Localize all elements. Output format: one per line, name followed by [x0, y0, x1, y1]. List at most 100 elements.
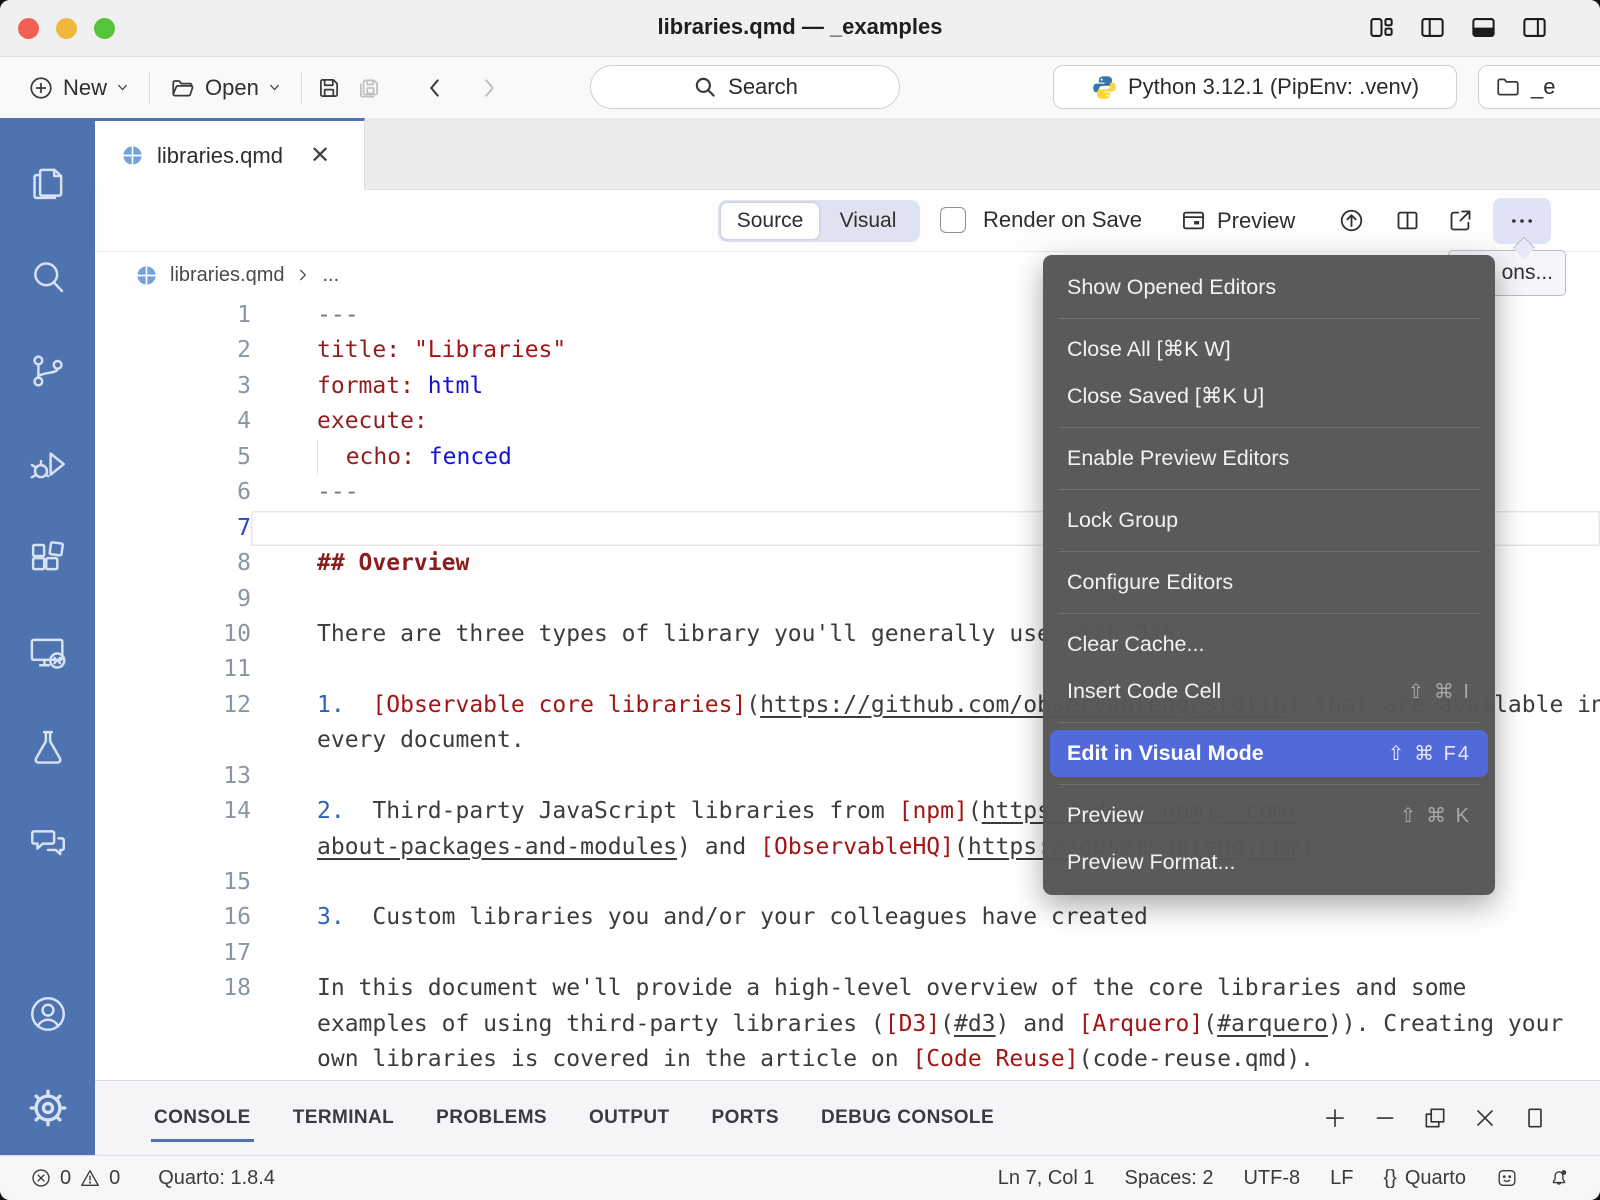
menu-divider	[1058, 551, 1480, 552]
indentation-status[interactable]: Spaces: 2	[1125, 1167, 1214, 1190]
split-editor-icon	[1394, 207, 1421, 234]
toggle-panel-icon[interactable]	[1470, 14, 1497, 41]
tab-libraries-qmd[interactable]: libraries.qmd ✕	[95, 118, 365, 190]
close-tab-icon[interactable]: ✕	[310, 141, 330, 170]
navigate-forward-button[interactable]	[476, 75, 502, 101]
menu-item[interactable]: Close Saved [⌘K U]	[1043, 373, 1495, 420]
toggle-secondary-sidebar-icon[interactable]	[1521, 14, 1548, 41]
menu-item[interactable]: Preview ⇧ ⌘ K	[1043, 792, 1495, 839]
testing-icon[interactable]	[0, 700, 95, 794]
render-on-save-label: Render on Save	[983, 207, 1142, 233]
menu-item[interactable]: Preview Format...	[1043, 839, 1495, 886]
notifications-bell-icon[interactable]	[1548, 1167, 1570, 1189]
plus-circle-icon	[28, 75, 54, 101]
toggle-primary-sidebar-icon[interactable]	[1419, 14, 1446, 41]
caret-down-icon	[116, 81, 129, 94]
render-icon	[1338, 207, 1365, 234]
minimize-panel-button[interactable]	[1372, 1105, 1398, 1131]
menu-divider	[1058, 613, 1480, 614]
visual-mode-button[interactable]: Visual	[819, 203, 917, 239]
close-panel-button[interactable]	[1472, 1105, 1498, 1131]
code-content: examples of using third-party libraries …	[251, 1007, 1600, 1042]
run-debug-icon[interactable]	[0, 418, 95, 512]
problems-status[interactable]: 0 0	[30, 1167, 120, 1190]
open-external-icon	[1447, 207, 1474, 234]
menu-item[interactable]: Clear Cache...	[1043, 621, 1495, 668]
menu-item[interactable]: Lock Group	[1043, 497, 1495, 544]
panel-tab-output[interactable]: OUTPUT	[568, 1081, 691, 1155]
folder-icon	[1495, 74, 1521, 100]
cursor-position-status[interactable]: Ln 7, Col 1	[998, 1167, 1095, 1190]
search-icon[interactable]	[0, 230, 95, 324]
maximize-panel-button[interactable]	[1422, 1105, 1448, 1131]
panel-layout-button[interactable]	[1522, 1105, 1548, 1131]
source-visual-toggle: Source Visual	[718, 200, 920, 242]
source-mode-button[interactable]: Source	[721, 203, 819, 239]
status-bar: 0 0 Quarto: 1.8.4 Ln 7, Col 1 Spaces: 2 …	[0, 1155, 1600, 1200]
menu-item[interactable]: Show Opened Editors	[1043, 264, 1495, 311]
breadcrumb-more: ...	[322, 264, 339, 287]
search-label: Search	[728, 74, 798, 100]
encoding-status[interactable]: UTF-8	[1243, 1167, 1300, 1190]
menu-item-label: Preview	[1067, 803, 1143, 828]
activity-bar	[0, 118, 95, 1155]
panel-tab-terminal[interactable]: TERMINAL	[272, 1081, 415, 1155]
account-icon[interactable]	[0, 967, 95, 1061]
customize-layout-icon[interactable]	[1368, 14, 1395, 41]
project-selector[interactable]: _e	[1478, 65, 1600, 109]
open-external-button[interactable]	[1447, 207, 1474, 234]
menu-item[interactable]: Edit in Visual Mode⇧ ⌘ F4	[1050, 730, 1488, 777]
editor-action-bar: Source Visual Render on Save Preview	[95, 190, 1600, 252]
code-line[interactable]: examples of using third-party libraries …	[95, 1007, 1600, 1042]
eol-status[interactable]: LF	[1330, 1167, 1353, 1190]
code-line[interactable]: 163. Custom libraries you and/or your co…	[95, 900, 1600, 935]
sessions-icon[interactable]	[0, 606, 95, 700]
app-window: libraries.qmd — _examples New Open	[0, 0, 1600, 1200]
split-editor-button[interactable]	[1394, 207, 1421, 234]
window-title: libraries.qmd — _examples	[0, 14, 1600, 40]
render-button[interactable]	[1338, 207, 1365, 234]
menu-item[interactable]: Close All [⌘K W]	[1043, 326, 1495, 373]
line-number: 1	[95, 298, 251, 333]
editor-tab-strip: libraries.qmd ✕	[95, 118, 1600, 190]
warning-count: 0	[109, 1167, 120, 1190]
panel-tab-problems[interactable]: PROBLEMS	[415, 1081, 568, 1155]
menu-item[interactable]: Insert Code Cell⇧ ⌘ I	[1043, 668, 1495, 715]
code-line[interactable]: own libraries is covered in the article …	[95, 1042, 1600, 1077]
navigate-back-button[interactable]	[422, 75, 448, 101]
source-control-icon[interactable]	[0, 324, 95, 418]
panel-tab-console[interactable]: CONSOLE	[133, 1081, 272, 1155]
panel-tab-ports[interactable]: PORTS	[691, 1081, 800, 1155]
menu-item[interactable]: Configure Editors	[1043, 559, 1495, 606]
save-all-button[interactable]	[356, 75, 382, 101]
new-console-button[interactable]	[1322, 1105, 1348, 1131]
chat-icon[interactable]	[0, 794, 95, 888]
interpreter-selector[interactable]: Python 3.12.1 (PipEnv: .venv)	[1053, 65, 1457, 109]
menu-item-label: Clear Cache...	[1067, 632, 1204, 657]
preview-button[interactable]: Preview	[1180, 207, 1295, 234]
menu-item[interactable]: Enable Preview Editors	[1043, 435, 1495, 482]
extensions-icon[interactable]	[0, 512, 95, 606]
ellipsis-icon	[1508, 207, 1536, 235]
open-button[interactable]: Open	[164, 71, 287, 105]
open-button-label: Open	[205, 75, 259, 101]
quarto-version-status[interactable]: Quarto: 1.8.4	[158, 1167, 275, 1190]
python-icon	[1091, 74, 1118, 101]
preview-label: Preview	[1217, 208, 1295, 234]
line-number: 18	[95, 971, 251, 1006]
menu-item-label: Preview Format...	[1067, 850, 1235, 875]
line-number	[95, 723, 251, 758]
new-button[interactable]: New	[22, 71, 135, 105]
explorer-icon[interactable]	[0, 136, 95, 230]
panel-tab-debug-console[interactable]: DEBUG CONSOLE	[800, 1081, 1015, 1155]
search-box[interactable]: Search	[590, 65, 900, 109]
save-button[interactable]	[316, 75, 342, 101]
code-line[interactable]: 18In this document we'll provide a high-…	[95, 971, 1600, 1006]
menu-item-shortcut: ⇧ ⌘ K	[1400, 803, 1471, 828]
menu-item-shortcut: ⇧ ⌘ F4	[1388, 741, 1471, 766]
language-mode-status[interactable]: {} Quarto	[1383, 1167, 1466, 1190]
code-line[interactable]: 17	[95, 936, 1600, 971]
feedback-smiley-icon[interactable]	[1496, 1167, 1518, 1189]
render-on-save-checkbox[interactable]	[940, 207, 966, 233]
settings-icon[interactable]	[0, 1061, 95, 1155]
